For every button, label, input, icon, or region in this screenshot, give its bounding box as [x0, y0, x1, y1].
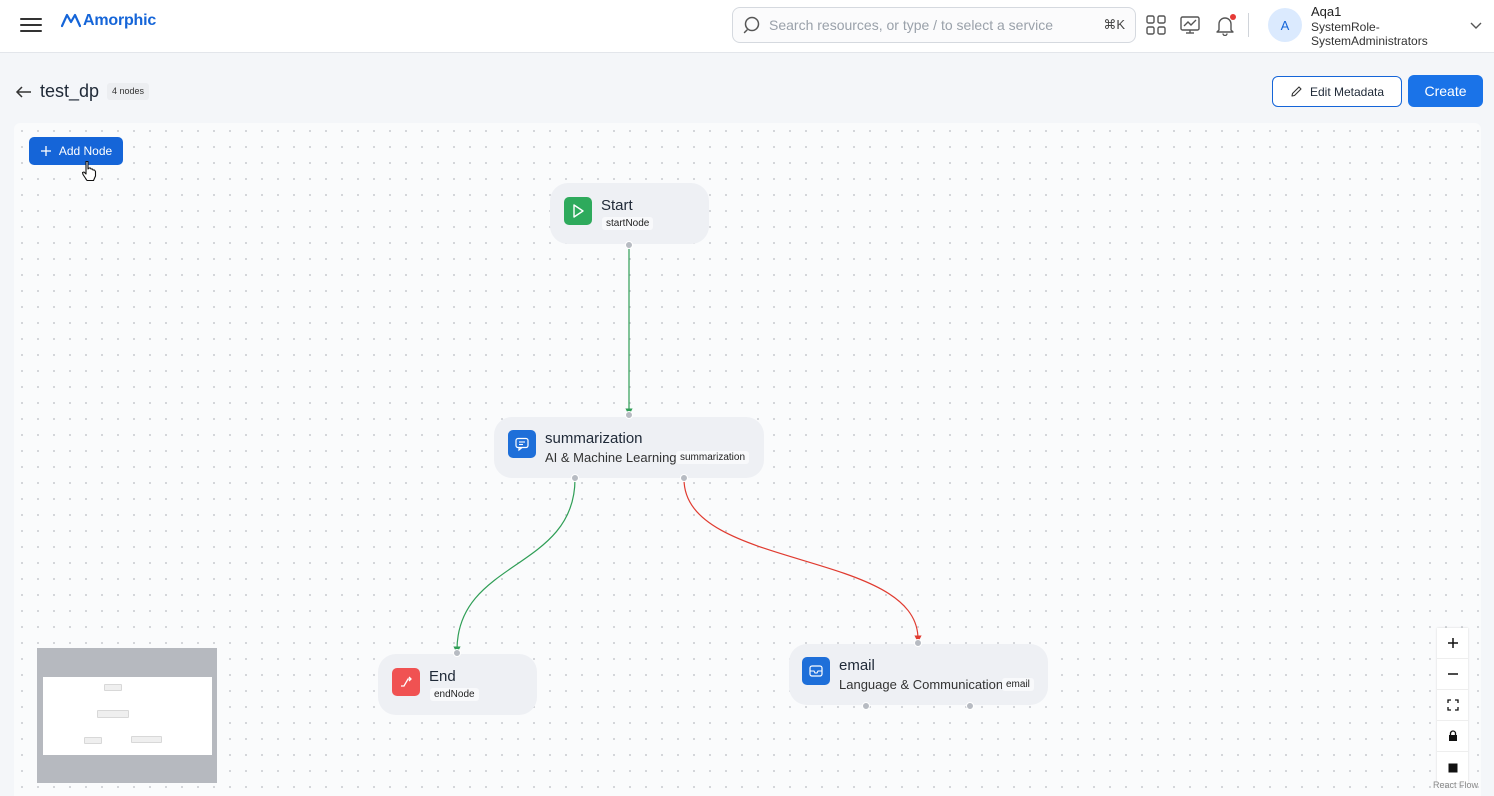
interactive-toggle-button[interactable] [1437, 752, 1468, 783]
minimap-node-end [84, 737, 102, 744]
node-start-source-handle[interactable] [625, 241, 633, 249]
add-node-label: Add Node [58, 144, 113, 158]
node-summarization-target-handle[interactable] [625, 411, 633, 419]
node-start-tag: startNode [602, 217, 654, 230]
node-start[interactable]: Start startNode [550, 183, 709, 244]
top-navbar: Amorphic Search resources, or type / to … [0, 0, 1494, 53]
notification-dot [1230, 14, 1236, 20]
node-email-source-handle-1[interactable] [862, 702, 870, 710]
zoom-in-icon [1447, 638, 1458, 648]
node-email-category: Language & Communication [839, 677, 1004, 692]
react-flow-attribution[interactable]: React Flow [1433, 780, 1478, 790]
notifications-button[interactable] [1214, 14, 1236, 37]
mouse-cursor-icon [81, 160, 97, 182]
node-email[interactable]: email Language & Communication email [789, 644, 1048, 705]
node-end-title: End [429, 668, 456, 685]
navbar-divider [1248, 13, 1249, 37]
edit-metadata-button[interactable]: Edit Metadata [1272, 76, 1402, 107]
back-arrow-icon[interactable] [15, 83, 33, 101]
minimap-node-summarization [97, 710, 129, 718]
node-email-title: email [839, 657, 875, 674]
minimap[interactable] [37, 648, 217, 783]
chat-ai-icon [508, 430, 536, 458]
zoom-out-button[interactable] [1437, 659, 1468, 690]
avatar[interactable]: A [1268, 8, 1302, 42]
play-icon [564, 197, 592, 225]
node-count-badge: 4 nodes [107, 83, 150, 100]
search-shortcut: ⌘K [1103, 17, 1125, 32]
lock-button[interactable] [1437, 721, 1468, 752]
end-icon [392, 668, 420, 696]
node-summarization-source-handle-1[interactable] [571, 474, 579, 482]
minimap-node-email [131, 736, 162, 743]
node-summarization-title: summarization [545, 430, 643, 447]
create-button[interactable]: Create [1408, 75, 1483, 107]
minimap-viewport[interactable] [43, 677, 212, 755]
fit-view-button[interactable] [1437, 690, 1468, 721]
node-email-target-handle[interactable] [914, 639, 922, 647]
fit-view-icon [1446, 699, 1459, 711]
brand-name: Amorphic [83, 12, 157, 29]
zoom-out-icon [1447, 673, 1458, 675]
minimap-node-start [104, 684, 122, 691]
email-icon [802, 657, 830, 685]
node-end[interactable]: End endNode [378, 654, 537, 715]
apps-grid-icon[interactable] [1145, 14, 1167, 36]
search-input[interactable]: Search resources, or type / to select a … [769, 17, 1103, 33]
pencil-icon [1291, 86, 1302, 97]
plus-icon [40, 146, 51, 156]
page-title: test_dp [40, 81, 100, 101]
search-icon [743, 16, 760, 34]
user-role: SystemRole-SystemAdministrators [1311, 20, 1428, 48]
node-email-tag: email [1002, 678, 1034, 691]
node-summarization[interactable]: summarization AI & Machine Learning summ… [494, 417, 764, 478]
node-email-source-handle-2[interactable] [966, 702, 974, 710]
node-summarization-tag: summarization [676, 451, 750, 464]
node-summarization-source-handle-2[interactable] [680, 474, 688, 482]
interactive-toggle-icon [1448, 763, 1457, 772]
node-start-title: Start [601, 197, 633, 214]
analytics-icon[interactable] [1179, 14, 1201, 36]
lock-icon [1448, 730, 1457, 741]
add-node-button[interactable]: Add Node [29, 137, 123, 165]
chevron-down-icon[interactable] [1469, 18, 1483, 32]
brand-logo[interactable]: Amorphic [61, 12, 156, 30]
node-end-tag: endNode [430, 688, 479, 701]
zoom-in-button[interactable] [1437, 628, 1468, 659]
user-name: Aqa1 [1311, 4, 1342, 19]
flow-controls [1437, 628, 1468, 783]
node-end-target-handle[interactable] [453, 649, 461, 657]
edit-metadata-label: Edit Metadata [1309, 84, 1385, 99]
brand-logo-mark-icon [61, 13, 81, 28]
menu-icon[interactable] [20, 14, 42, 36]
node-summarization-category: AI & Machine Learning [545, 450, 677, 465]
global-search[interactable]: Search resources, or type / to select a … [732, 7, 1136, 43]
